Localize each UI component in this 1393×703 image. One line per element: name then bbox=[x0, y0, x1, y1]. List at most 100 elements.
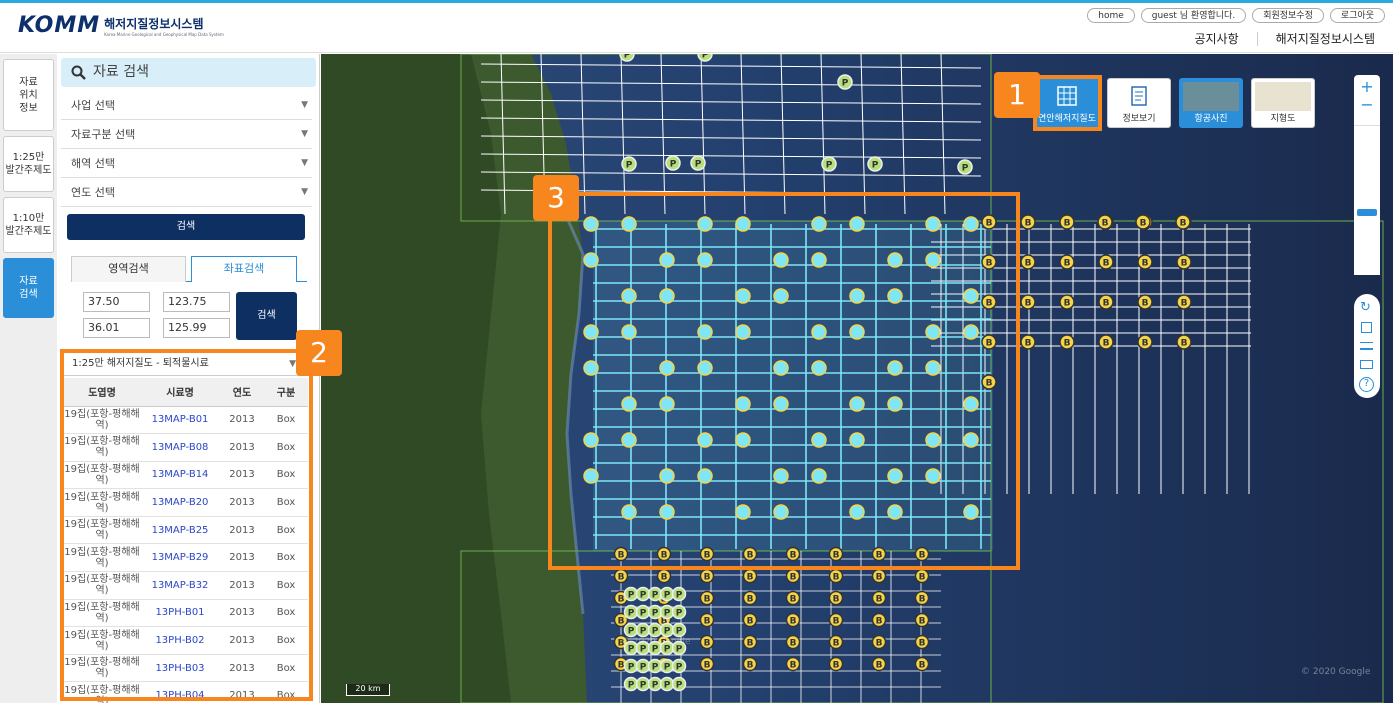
marker-label: B bbox=[618, 617, 625, 627]
info-view-button[interactable]: 정보보기 bbox=[1107, 78, 1171, 128]
measure-icon[interactable] bbox=[1360, 342, 1373, 350]
menu-system[interactable]: 해저지질정보시스템 bbox=[1276, 30, 1375, 47]
coord-input-south[interactable]: 36.01 bbox=[83, 318, 150, 338]
logo[interactable]: KOMM 해저지질정보시스템 Korea Marine Geological a… bbox=[18, 13, 224, 38]
highlight-box-3 bbox=[548, 192, 1020, 570]
marker-label: B bbox=[704, 617, 711, 627]
menu-notice[interactable]: 공지사항 bbox=[1194, 30, 1238, 47]
marker-label: B bbox=[1064, 219, 1071, 229]
marker-label: B bbox=[747, 595, 754, 605]
search-mode-tabs: 영역검색 좌표검색 bbox=[71, 256, 307, 282]
home-button[interactable]: home bbox=[1087, 8, 1135, 23]
search-icon bbox=[71, 65, 86, 80]
marker-label: P bbox=[628, 591, 635, 601]
tab-area-search[interactable]: 영역검색 bbox=[71, 256, 186, 282]
refresh-icon[interactable]: ↻ bbox=[1360, 300, 1371, 315]
document-icon bbox=[1131, 86, 1147, 106]
scale-bar: 20 km bbox=[346, 684, 390, 696]
marker-label: B bbox=[618, 573, 625, 583]
nav-tab-250k-map[interactable]: 1:25만 발간주제도 bbox=[3, 136, 54, 192]
zoom-slider-track[interactable] bbox=[1354, 125, 1380, 275]
marker-label: P bbox=[962, 164, 969, 174]
chevron-down-icon: ▼ bbox=[301, 187, 308, 197]
highlight-box-2 bbox=[60, 349, 313, 701]
marker-label: B bbox=[790, 661, 797, 671]
aerial-thumbnail-icon bbox=[1183, 82, 1239, 111]
marker-label: P bbox=[652, 681, 659, 691]
marker-label: B bbox=[833, 573, 840, 583]
zoom-slider-handle[interactable] bbox=[1357, 209, 1377, 216]
chevron-down-icon: ▼ bbox=[301, 129, 308, 139]
marker-label: P bbox=[652, 663, 659, 673]
left-nav: 자료 위치 정보 1:25만 발간주제도 1:10만 발간주제도 자료 검색 bbox=[0, 54, 57, 703]
aerial-photo-button[interactable]: 항공사진 bbox=[1179, 78, 1243, 128]
marker-label: B bbox=[1025, 219, 1032, 229]
marker-label: P bbox=[628, 609, 635, 619]
coord-input-east[interactable]: 123.75 bbox=[163, 292, 230, 312]
marker-label: B bbox=[1102, 219, 1109, 229]
top-buttons: home guest 님 환영합니다. 회원정보수정 로그아웃 bbox=[1087, 8, 1385, 23]
map-copyright: © 2020 Google bbox=[1301, 667, 1371, 677]
zoom-in-button[interactable]: + bbox=[1354, 77, 1380, 96]
fullscreen-icon[interactable] bbox=[1361, 322, 1372, 333]
callout-badge-1: 1 bbox=[994, 72, 1040, 118]
marker-label: B bbox=[1103, 259, 1110, 269]
top-menu: 공지사항 해저지질정보시스템 bbox=[1194, 30, 1375, 47]
nav-tab-100k-map[interactable]: 1:10만 발간주제도 bbox=[3, 197, 54, 253]
panel-title-text: 자료 검색 bbox=[93, 64, 149, 80]
marker-label: B bbox=[747, 639, 754, 649]
search-button[interactable]: 검색 bbox=[67, 214, 305, 240]
welcome-button[interactable]: guest 님 환영합니다. bbox=[1140, 8, 1247, 23]
marker-label: P bbox=[872, 161, 879, 171]
marker-label: B bbox=[1025, 339, 1032, 349]
marker-label: P bbox=[664, 591, 671, 601]
marker-label: P bbox=[670, 160, 677, 170]
marker-label: B bbox=[833, 661, 840, 671]
marker-label: B bbox=[704, 661, 711, 671]
zoom-control: + − bbox=[1354, 75, 1380, 275]
marker-label: B bbox=[1180, 219, 1187, 229]
coord-input-north[interactable]: 37.50 bbox=[83, 292, 150, 312]
marker-label: B bbox=[790, 595, 797, 605]
marker-label: P bbox=[628, 681, 635, 691]
marker-label: B bbox=[661, 573, 668, 583]
marker-label: B bbox=[919, 661, 926, 671]
marker-label: B bbox=[747, 617, 754, 627]
panel-title: 자료 검색 bbox=[61, 58, 316, 87]
coord-search-button[interactable]: 검색 bbox=[236, 292, 297, 340]
marker-label: P bbox=[640, 681, 647, 691]
nav-tab-data-search[interactable]: 자료 검색 bbox=[3, 258, 54, 318]
callout-badge-2: 2 bbox=[296, 330, 342, 376]
marker-label: P bbox=[640, 663, 647, 673]
sea-area-select[interactable]: 해역 선택 ▼ bbox=[61, 149, 312, 178]
help-icon[interactable]: ? bbox=[1359, 377, 1374, 392]
marker-label: B bbox=[876, 617, 883, 627]
zoom-out-button[interactable]: − bbox=[1354, 95, 1380, 114]
header: KOMM 해저지질정보시스템 Korea Marine Geological a… bbox=[0, 3, 1393, 53]
marker-label: P bbox=[676, 663, 683, 673]
logout-button[interactable]: 로그아웃 bbox=[1329, 8, 1385, 23]
marker-label: P bbox=[664, 681, 671, 691]
marker-label: P bbox=[676, 609, 683, 619]
marker-label: B bbox=[790, 639, 797, 649]
project-select[interactable]: 사업 선택 ▼ bbox=[61, 91, 312, 120]
marker-label: B bbox=[833, 639, 840, 649]
coord-input-west[interactable]: 125.99 bbox=[163, 318, 230, 338]
marker-label: P bbox=[640, 627, 647, 637]
year-select[interactable]: 연도 선택 ▼ bbox=[61, 178, 312, 207]
print-icon[interactable] bbox=[1360, 360, 1373, 369]
marker-label: B bbox=[876, 661, 883, 671]
nav-tab-data-location[interactable]: 자료 위치 정보 bbox=[3, 59, 54, 131]
marker-label: B bbox=[1025, 299, 1032, 309]
tab-coord-search[interactable]: 좌표검색 bbox=[191, 256, 297, 282]
marker-label: B bbox=[919, 595, 926, 605]
marker-label: P bbox=[652, 627, 659, 637]
data-type-select[interactable]: 자료구분 선택 ▼ bbox=[61, 120, 312, 149]
marker-label: B bbox=[876, 573, 883, 583]
marker-label: P bbox=[664, 627, 671, 637]
terrain-map-button[interactable]: 지형도 bbox=[1251, 78, 1315, 128]
marker-label: B bbox=[919, 573, 926, 583]
land-inland bbox=[321, 54, 511, 703]
marker-label: B bbox=[1064, 339, 1071, 349]
edit-profile-button[interactable]: 회원정보수정 bbox=[1252, 8, 1324, 23]
